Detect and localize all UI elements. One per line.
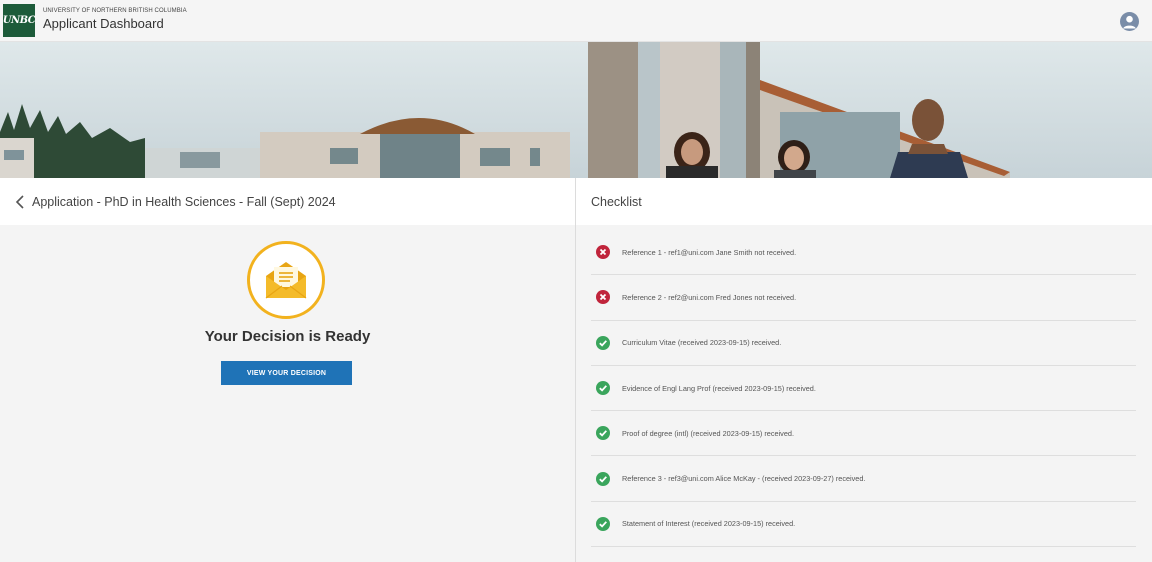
top-bar: UNBC UNIVERSITY OF NORTHERN BRITISH COLU…: [0, 0, 1152, 42]
checklist-item: Curriculum Vitae (received 2023-09-15) r…: [591, 321, 1136, 366]
chevron-left-icon[interactable]: [14, 194, 26, 210]
checklist-item: Proof of degree (intl) (received 2023-09…: [591, 411, 1136, 457]
checklist-item: Statement of Interest (received 2023-09-…: [591, 502, 1136, 548]
checklist-item-text: Proof of degree (intl) (received 2023-09…: [622, 428, 794, 438]
checklist-item-text: Reference 2 - ref2@uni.com Fred Jones no…: [622, 292, 797, 302]
check-circle-icon: [596, 426, 610, 441]
university-name: UNIVERSITY OF NORTHERN BRITISH COLUMBIA: [43, 8, 187, 14]
check-circle-icon: [596, 381, 610, 396]
checklist-panel: Checklist Reference 1 - ref1@uni.com Jan…: [576, 178, 1152, 562]
checklist-item-text: Reference 3 - ref3@uni.com Alice McKay -…: [622, 474, 866, 484]
page-title: Applicant Dashboard: [43, 16, 164, 31]
checklist-title: Checklist: [576, 178, 1152, 225]
check-circle-icon: [596, 516, 610, 531]
checklist-item-text: Evidence of Engl Lang Prof (received 202…: [622, 383, 816, 393]
envelope-open-icon: [247, 241, 325, 319]
application-header[interactable]: Application - PhD in Health Sciences - F…: [0, 178, 575, 225]
unbc-logo[interactable]: UNBC: [3, 4, 36, 37]
campus-banner-image: [0, 42, 1152, 178]
checklist-list: Reference 1 - ref1@uni.com Jane Smith no…: [591, 230, 1136, 548]
checklist-item-text: Statement of Interest (received 2023-09-…: [622, 519, 796, 529]
user-avatar-icon[interactable]: [1120, 12, 1139, 31]
check-circle-icon: [596, 471, 610, 486]
checklist-item-text: Reference 1 - ref1@uni.com Jane Smith no…: [622, 247, 797, 257]
view-decision-button[interactable]: VIEW YOUR DECISION: [221, 361, 352, 385]
decision-heading: Your Decision is Ready: [204, 328, 371, 345]
checklist-item: Reference 1 - ref1@uni.com Jane Smith no…: [591, 230, 1136, 276]
application-panel: Application - PhD in Health Sciences - F…: [0, 178, 575, 562]
checklist-item: Reference 3 - ref3@uni.com Alice McKay -…: [591, 456, 1136, 502]
error-x-icon: [596, 290, 610, 305]
checklist-item: Evidence of Engl Lang Prof (received 202…: [591, 366, 1136, 412]
checklist-item-text: Curriculum Vitae (received 2023-09-15) r…: [622, 338, 782, 348]
checklist-item: Reference 2 - ref2@uni.com Fred Jones no…: [591, 275, 1136, 321]
check-circle-icon: [596, 335, 610, 350]
application-title: Application - PhD in Health Sciences - F…: [32, 194, 336, 209]
error-x-icon: [596, 245, 610, 260]
